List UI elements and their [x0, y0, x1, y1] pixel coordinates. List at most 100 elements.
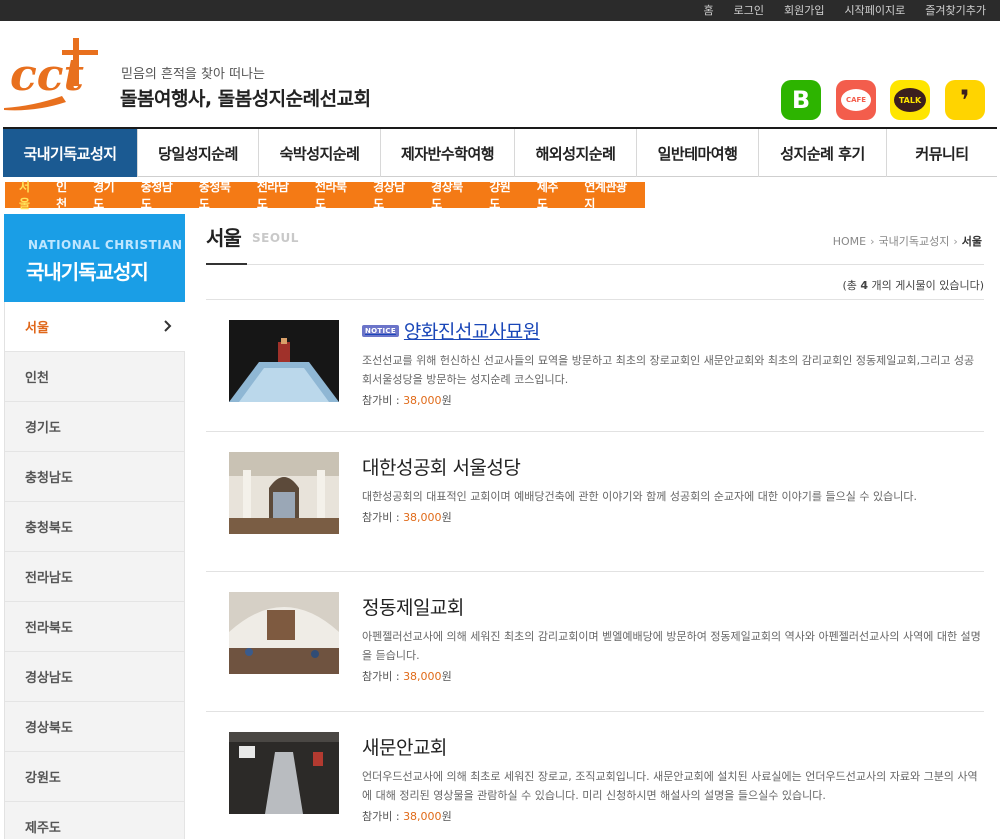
notice-badge: NOTICE — [362, 324, 399, 337]
sidebar-item-label: 제주도 — [25, 821, 61, 836]
sidebar-item-incheon[interactable]: 인천 — [5, 352, 185, 402]
kakaostory-icon-label: ❜ — [960, 83, 970, 117]
breadcrumb-category[interactable]: 국내기독교성지 — [879, 233, 950, 249]
list-item: NOTICE 양화진선교사묘원 조선선교를 위해 헌신하신 선교사들의 묘역을 … — [206, 300, 984, 432]
sidebar-item-chungbuk[interactable]: 충청북도 — [5, 502, 185, 552]
svg-text:cct: cct — [10, 50, 84, 101]
thumbnail-yanghwajin[interactable] — [229, 320, 339, 402]
talk-bubble: TALK — [894, 88, 926, 112]
sidebar-menu: 서울 인천 경기도 충청남도 충청북도 전라남도 전라북도 경상남도 경상북도 … — [4, 302, 185, 839]
page-subtitle: SEOUL — [252, 231, 299, 245]
price-amount: 38,000 — [403, 810, 442, 823]
subnav-chungnam[interactable]: 충청남도 — [133, 178, 191, 212]
site-logo[interactable]: cct — [4, 38, 108, 112]
subnav-gyeongbuk[interactable]: 경상북도 — [423, 178, 481, 212]
title-underline — [206, 263, 247, 265]
list-item-desc: 조선선교를 위해 헌신하신 선교사들의 묘역을 방문하고 최초의 장로교회인 새… — [362, 354, 975, 386]
subnav-gangwon[interactable]: 강원도 — [481, 178, 529, 212]
kakaostory-icon[interactable]: ❜ — [945, 80, 985, 120]
sidebar-item-gangwon[interactable]: 강원도 — [5, 752, 185, 802]
site-name[interactable]: 돌봄여행사, 돌봄성지순례선교회 — [120, 84, 371, 111]
price-unit: 원 — [441, 670, 452, 683]
price-label: 참가비 : — [362, 511, 400, 524]
list-item-price: 참가비 : 38,000원 — [362, 808, 982, 824]
kakaotalk-icon[interactable]: TALK — [890, 80, 930, 120]
subnav-gyeonggi[interactable]: 경기도 — [85, 178, 133, 212]
list-item-body: NOTICE 양화진선교사묘원 조선선교를 위해 헌신하신 선교사들의 묘역을 … — [362, 317, 982, 408]
top-link-home[interactable]: 홈 — [704, 5, 714, 16]
top-link-login[interactable]: 로그인 — [734, 5, 764, 16]
nav-overseas-pilgrimage[interactable]: 해외성지순례 — [515, 129, 637, 177]
subnav-gyeongnam[interactable]: 경상남도 — [365, 178, 423, 212]
price-label: 참가비 : — [362, 394, 400, 407]
price-label: 참가비 : — [362, 810, 400, 823]
price-amount: 38,000 — [403, 511, 442, 524]
blog-icon[interactable]: B — [781, 80, 821, 120]
list-item-title[interactable]: 대한성공회 서울성당 — [362, 453, 982, 480]
sidebar-item-gyeonggi[interactable]: 경기도 — [5, 402, 185, 452]
top-link-bookmark[interactable]: 즐겨찾기추가 — [925, 5, 986, 16]
nav-day-pilgrimage[interactable]: 당일성지순례 — [138, 129, 259, 177]
sidebar-item-label: 충청북도 — [25, 521, 73, 536]
blog-icon-label: B — [791, 86, 811, 114]
sidebar-item-seoul[interactable]: 서울 — [5, 302, 185, 352]
chevron-right-icon: › — [953, 234, 958, 248]
sidebar-item-gyeongbuk[interactable]: 경상북도 — [5, 702, 185, 752]
price-label: 참가비 : — [362, 670, 400, 683]
site-tagline: 믿음의 흔적을 찾아 떠나는 — [121, 67, 265, 82]
list-item-title-link[interactable]: NOTICE 양화진선교사묘원 — [362, 317, 982, 344]
breadcrumb: HOME › 국내기독교성지 › 서울 — [833, 233, 982, 249]
top-link-startpage[interactable]: 시작페이지로 — [845, 5, 906, 16]
breadcrumb-home[interactable]: HOME — [833, 235, 866, 248]
nav-community[interactable]: 커뮤니티 — [887, 129, 997, 177]
title-divider — [206, 264, 984, 265]
subnav-seoul[interactable]: 서울 — [11, 178, 48, 212]
price-unit: 원 — [441, 394, 452, 407]
list-item-body: 대한성공회 서울성당 대한성공회의 대표적인 교회이며 예배당건축에 관한 이야… — [362, 453, 982, 525]
thumbnail-anglican-cathedral[interactable] — [229, 452, 339, 534]
sidebar-item-jeonbuk[interactable]: 전라북도 — [5, 602, 185, 652]
price-amount: 38,000 — [403, 670, 442, 683]
sidebar-item-label: 충청남도 — [25, 471, 73, 486]
sidebar-item-label: 전라북도 — [25, 621, 73, 636]
sidebar-item-label: 경기도 — [25, 421, 61, 436]
nav-reviews[interactable]: 성지순례 후기 — [759, 129, 887, 177]
subnav-jeonbuk[interactable]: 전라북도 — [307, 178, 365, 212]
sidebar-item-label: 경상북도 — [25, 721, 73, 736]
list-item-price: 참가비 : 38,000원 — [362, 668, 982, 684]
sidebar-title-ko: 국내기독교성지 — [26, 260, 149, 284]
nav-overnight-pilgrimage[interactable]: 숙박성지순례 — [259, 129, 381, 177]
list-item-title[interactable]: 양화진선교사묘원 — [404, 317, 540, 344]
nav-domestic-sites[interactable]: 국내기독교성지 — [3, 129, 138, 177]
subnav-incheon[interactable]: 인천 — [48, 178, 85, 212]
nav-disciple-trip[interactable]: 제자반수학여행 — [381, 129, 515, 177]
list-item-desc: 대한성공회의 대표적인 교회이며 예배당건축에 관한 이야기와 함께 성공회의 … — [362, 490, 917, 503]
sidebar-item-jeonnam[interactable]: 전라남도 — [5, 552, 185, 602]
sidebar-title: NATIONAL CHRISTIAN 국내기독교성지 — [4, 214, 185, 302]
sidebar-item-chungnam[interactable]: 충청남도 — [5, 452, 185, 502]
cafe-icon-label: CAFE — [845, 96, 867, 104]
subnav-jeonnam[interactable]: 전라남도 — [249, 178, 307, 212]
top-utility-bar: 홈 로그인 회원가입 시작페이지로 즐겨찾기추가 — [0, 0, 1000, 21]
thumbnail-jeongdong-church[interactable] — [229, 592, 339, 674]
subnav-linked-tourism[interactable]: 연계관광지 — [576, 178, 645, 212]
list-item-title[interactable]: 새문안교회 — [362, 733, 982, 760]
list-item-desc: 아펜젤러선교사에 의해 세워진 최초의 감리교회이며 벧엘예배당에 방문하여 정… — [362, 630, 981, 662]
thumbnail-saemunan-church[interactable] — [229, 732, 339, 814]
price-unit: 원 — [441, 511, 452, 524]
subnav-chungbuk[interactable]: 충청북도 — [191, 178, 249, 212]
main-navigation: 국내기독교성지 당일성지순례 숙박성지순례 제자반수학여행 해외성지순례 일반테… — [3, 127, 997, 177]
subnav-jeju[interactable]: 제주도 — [529, 178, 577, 212]
post-count-suffix: 개의 게시물이 있습니다) — [871, 279, 984, 292]
sidebar-item-label: 경상남도 — [25, 671, 73, 686]
sidebar-title-en: NATIONAL CHRISTIAN — [28, 238, 183, 252]
sidebar-item-jeju[interactable]: 제주도 — [5, 802, 185, 839]
kakaotalk-icon-label: TALK — [898, 95, 922, 105]
sidebar-item-label: 서울 — [25, 321, 49, 336]
nav-theme-travel[interactable]: 일반테마여행 — [637, 129, 759, 177]
sidebar-item-gyeongnam[interactable]: 경상남도 — [5, 652, 185, 702]
post-count-prefix: (총 — [842, 279, 857, 292]
top-link-signup[interactable]: 회원가입 — [784, 5, 824, 16]
list-item-title[interactable]: 정동제일교회 — [362, 593, 982, 620]
cafe-icon[interactable]: CAFE — [836, 80, 876, 120]
